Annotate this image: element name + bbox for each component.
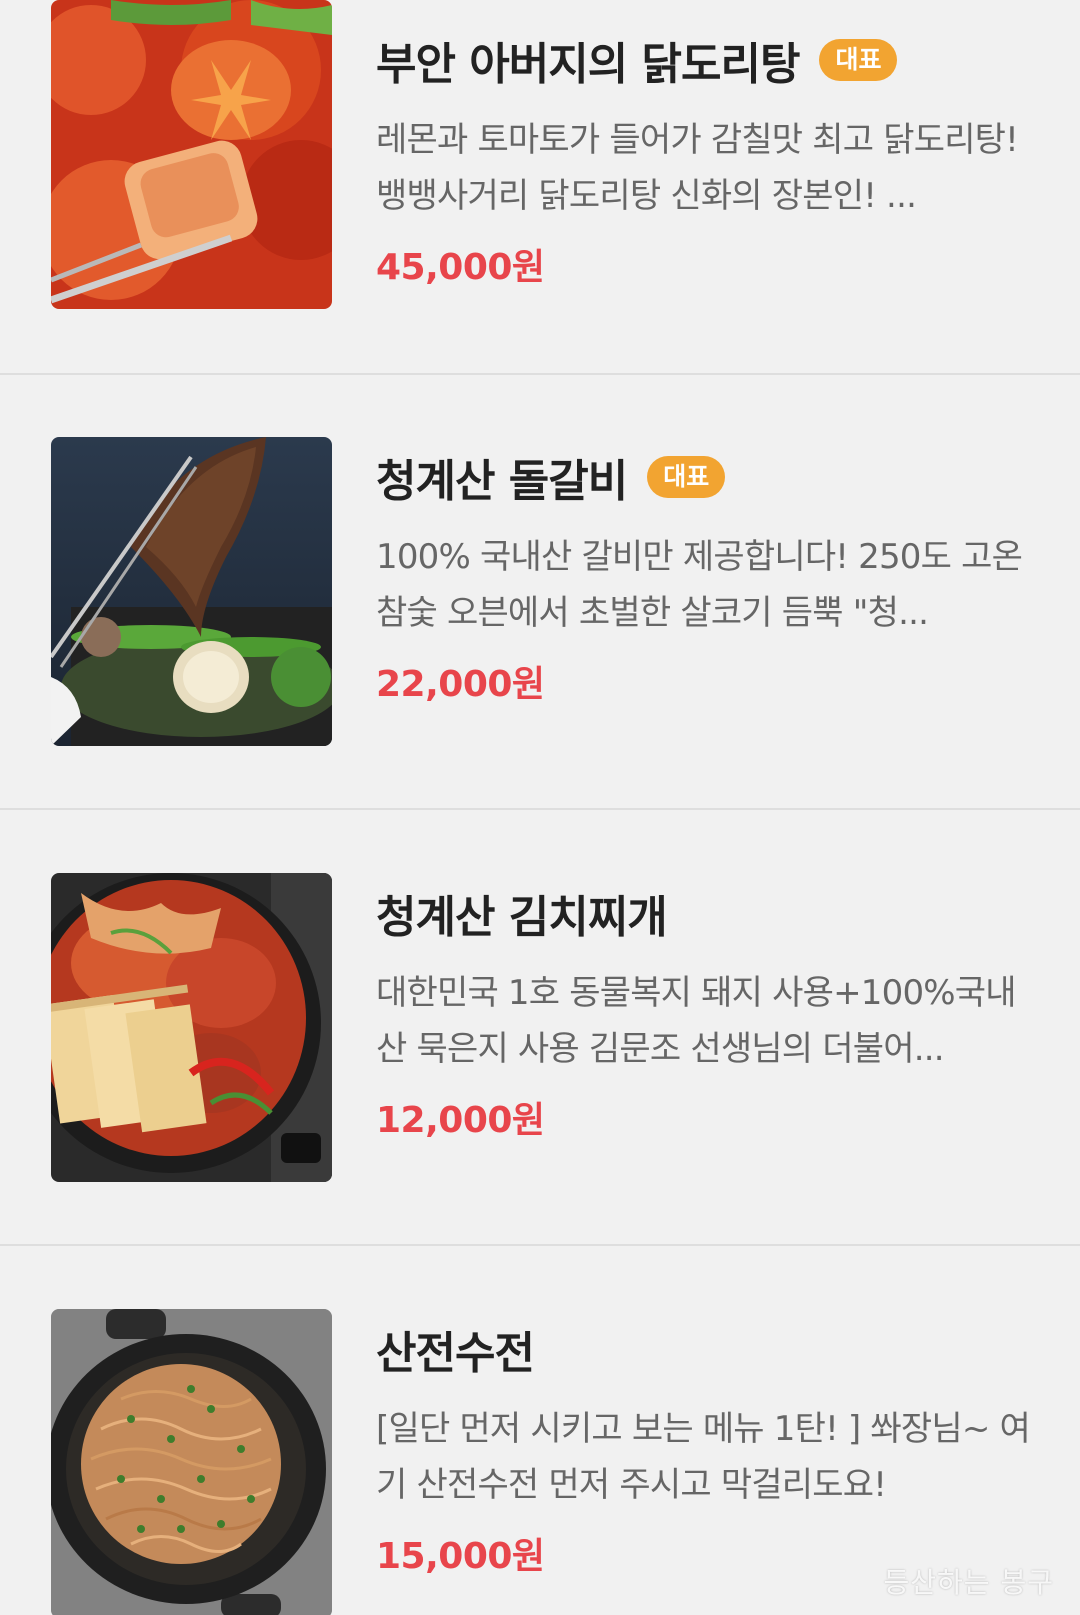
menu-item-name: 청계산 김치찌개: [376, 892, 668, 943]
menu-item-name: 산전수전: [376, 1328, 535, 1379]
menu-item-name: 부안 아버지의 닭도리탕: [376, 39, 800, 90]
menu-item[interactable]: 청계산 김치찌개 대한민국 1호 동물복지 돼지 사용+100%국내산 묵은지 …: [0, 811, 1080, 1246]
menu-item-photo: [51, 1309, 332, 1615]
menu-item-photo: [51, 873, 332, 1182]
menu-item-description: 레몬과 토마토가 들어가 감칠맛 최고 닭도리탕! 뱅뱅사거리 닭도리탕 신화의…: [376, 120, 1019, 216]
menu-item[interactable]: 부안 아버지의 닭도리탕 대표 레몬과 토마토가 들어가 감칠맛 최고 닭도리탕…: [0, 0, 1080, 375]
signature-badge: 대표: [819, 39, 898, 81]
menu-item-description: 100% 국내산 갈비만 제공합니다! 250도 고온 참숯 오븐에서 초벌한 …: [376, 537, 1023, 633]
menu-item-info: 청계산 돌갈비 대표 100% 국내산 갈비만 제공합니다! 250도 고온 참…: [376, 445, 1036, 707]
menu-item-description: 대한민국 1호 동물복지 돼지 사용+100%국내산 묵은지 사용 김문조 선생…: [376, 973, 1017, 1069]
menu-item-info: 청계산 김치찌개 대한민국 1호 동물복지 돼지 사용+100%국내산 묵은지 …: [376, 881, 1036, 1143]
menu-list: 부안 아버지의 닭도리탕 대표 레몬과 토마토가 들어가 감칠맛 최고 닭도리탕…: [0, 0, 1080, 1615]
signature-badge: 대표: [647, 456, 726, 498]
menu-item[interactable]: 청계산 돌갈비 대표 100% 국내산 갈비만 제공합니다! 250도 고온 참…: [0, 375, 1080, 810]
watermark: 등산하는 봉구: [883, 1566, 1054, 1599]
menu-item-price: 45,000원: [376, 247, 545, 288]
menu-item-photo: [51, 437, 332, 746]
menu-item-price: 12,000원: [376, 1100, 545, 1141]
menu-item-price: 22,000원: [376, 664, 545, 705]
menu-item-description: [일단 먼저 시키고 보는 메뉴 1탄! ] 쏴장님~ 여기 산전수전 먼저 주…: [376, 1409, 1031, 1505]
menu-item-info: 부안 아버지의 닭도리탕 대표 레몬과 토마토가 들어가 감칠맛 최고 닭도리탕…: [376, 28, 1036, 290]
menu-item[interactable]: 산전수전 [일단 먼저 시키고 보는 메뉴 1탄! ] 쏴장님~ 여기 산전수전…: [0, 1247, 1080, 1615]
menu-item-name: 청계산 돌갈비: [376, 456, 628, 507]
menu-item-info: 산전수전 [일단 먼저 시키고 보는 메뉴 1탄! ] 쏴장님~ 여기 산전수전…: [376, 1317, 1036, 1579]
menu-item-photo: [51, 0, 332, 309]
